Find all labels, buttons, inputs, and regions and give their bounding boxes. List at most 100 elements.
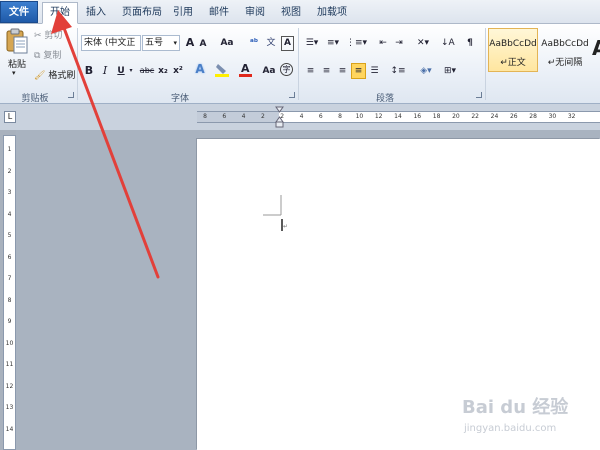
- horizontal-ruler[interactable]: 8 6 4 2 2 4 6 8 10 12 14 16 18 20 22 24 26 28 30 32: [197, 106, 600, 128]
- tab-view[interactable]: 视图: [278, 3, 304, 24]
- paste-icon[interactable]: [6, 27, 28, 55]
- tab-references[interactable]: 引用: [170, 3, 196, 24]
- style-normal-text: 正文: [507, 58, 526, 68]
- underline-dropdown-icon[interactable]: ▾: [127, 64, 135, 79]
- indent-marker-icon[interactable]: [275, 106, 284, 128]
- cut-label: 剪切: [44, 31, 63, 41]
- ruler-number: 6: [222, 113, 227, 120]
- scissors-icon: ✂: [34, 31, 42, 41]
- align-center-icon[interactable]: ≡: [320, 64, 333, 79]
- multilevel-list-icon[interactable]: ⋮≡▾: [346, 36, 367, 51]
- font-name-combobox[interactable]: 宋体 (中文正: [81, 35, 141, 51]
- highlight-icon[interactable]: [214, 62, 232, 78]
- svg-text:↵: ↵: [283, 223, 287, 230]
- text-effects-icon[interactable]: A: [193, 62, 207, 77]
- format-painter-label: 格式刷: [48, 71, 76, 81]
- vertical-ruler[interactable]: 1 2 3 4 5 6 7 8 9 10 11 12 13 14: [3, 135, 16, 450]
- numbering-icon[interactable]: ≡▾: [324, 36, 342, 51]
- chinese-layout-icon[interactable]: ✕▾: [414, 36, 432, 51]
- copy-button[interactable]: ⧉ 复制: [34, 48, 61, 61]
- strikethrough-button[interactable]: abc: [139, 64, 155, 79]
- align-left-icon[interactable]: ≡: [304, 64, 317, 79]
- tab-insert[interactable]: 插入: [82, 3, 110, 24]
- paste-dropdown-icon[interactable]: ▾: [12, 69, 16, 77]
- font-size-combobox[interactable]: 五号 ▾: [142, 35, 180, 51]
- sort-icon[interactable]: ↓A: [441, 36, 455, 51]
- shrink-font-button[interactable]: A: [198, 37, 208, 52]
- ruler-number: 6: [318, 113, 323, 120]
- cut-button[interactable]: ✂ 剪切: [34, 28, 62, 41]
- ribbon: 粘贴 ▾ ✂ 剪切 ⧉ 复制 🖌 格式刷 剪贴板 宋体 (中文正 五号 ▾ A A…: [0, 24, 600, 104]
- ruler-number: 16: [413, 113, 422, 120]
- char-border-icon[interactable]: A: [281, 36, 294, 51]
- ruler-number: 5: [7, 232, 12, 239]
- ruler-number: 13: [5, 404, 14, 411]
- group-divider: [485, 28, 486, 100]
- align-right-icon[interactable]: ≡: [336, 64, 349, 79]
- font-dialog-launcher[interactable]: [289, 92, 295, 98]
- ruler-number: 30: [548, 113, 557, 120]
- watermark-url: jingyan.baidu.com: [464, 423, 557, 434]
- group-divider: [77, 28, 78, 100]
- ruler-number: 8: [7, 296, 12, 304]
- style-normal[interactable]: AaBbCcDd ↵正文: [488, 28, 538, 72]
- tab-stop-selector[interactable]: L: [4, 111, 16, 123]
- tab-home[interactable]: 开始: [42, 2, 78, 24]
- style-nospacing-sample: AaBbCcDd: [541, 39, 589, 49]
- ruler-number: 10: [5, 339, 14, 347]
- paste-button[interactable]: 粘贴: [8, 57, 26, 70]
- superscript-button[interactable]: x²: [172, 64, 184, 79]
- ruler-number: 4: [299, 113, 304, 120]
- clear-format-icon[interactable]: ᵃᵇ: [246, 36, 262, 51]
- format-painter-button[interactable]: 🖌 格式刷: [34, 68, 75, 81]
- increase-indent-icon[interactable]: ⇥: [392, 36, 406, 51]
- copy-icon: ⧉: [34, 51, 41, 61]
- ribbon-tab-bar: 文件 开始 插入 页面布局 引用 邮件 审阅 视图 加载项: [0, 0, 600, 24]
- ruler-number: 4: [7, 210, 12, 218]
- line-spacing-icon[interactable]: ↕≡: [389, 64, 407, 79]
- subscript-button[interactable]: x₂: [157, 64, 169, 79]
- borders-icon[interactable]: ⊞▾: [440, 64, 460, 79]
- group-divider: [298, 28, 299, 100]
- clipboard-group-label: 剪贴板: [21, 94, 49, 104]
- enclose-char-icon[interactable]: 字: [280, 63, 293, 76]
- ruler-number: 1: [7, 146, 12, 153]
- ruler-number: 24: [490, 113, 499, 120]
- ruler-number: 18: [432, 113, 441, 120]
- font-size-value: 五号: [145, 38, 164, 48]
- tab-review[interactable]: 审阅: [242, 3, 268, 24]
- paragraph-dialog-launcher[interactable]: [476, 92, 482, 98]
- decrease-indent-icon[interactable]: ⇤: [376, 36, 390, 51]
- char-shading-icon[interactable]: Aa: [262, 64, 276, 79]
- underline-button[interactable]: U: [116, 64, 126, 79]
- tab-file[interactable]: 文件: [0, 1, 38, 23]
- ruler-number: 8: [203, 113, 207, 120]
- italic-button[interactable]: I: [100, 64, 110, 79]
- phonetic-guide-icon[interactable]: 文: [264, 36, 278, 51]
- ruler-number: 9: [7, 318, 12, 325]
- style-heading-sample[interactable]: A: [591, 28, 600, 72]
- grow-font-button[interactable]: A: [184, 36, 196, 51]
- ruler-number: 7: [7, 275, 12, 282]
- tab-addins[interactable]: 加载项: [314, 3, 350, 24]
- tab-mailings[interactable]: 邮件: [206, 3, 232, 24]
- ruler-number: 2: [260, 113, 265, 120]
- ruler-number: 28: [529, 113, 537, 120]
- style-nospacing-text: 无间隔: [555, 58, 583, 68]
- show-marks-icon[interactable]: ¶: [464, 36, 476, 51]
- bold-button[interactable]: B: [83, 64, 95, 79]
- change-case-button[interactable]: Aa: [218, 36, 236, 51]
- font-color-icon[interactable]: A: [238, 62, 254, 78]
- clipboard-dialog-launcher[interactable]: [68, 92, 74, 98]
- copy-label: 复制: [43, 51, 62, 61]
- distributed-icon[interactable]: ☰: [368, 64, 381, 79]
- style-nospacing-label: ↵无间隔: [547, 58, 583, 68]
- style-no-spacing[interactable]: AaBbCcDd ↵无间隔: [540, 28, 590, 72]
- ruler-number: 12: [374, 113, 383, 120]
- tab-page-layout[interactable]: 页面布局: [118, 3, 166, 24]
- ruler-number: 6: [7, 253, 12, 261]
- shading-icon[interactable]: ◈▾: [416, 64, 436, 79]
- bullets-icon[interactable]: ☰▾: [303, 36, 321, 51]
- justify-icon[interactable]: ≡: [351, 63, 366, 79]
- ruler-number: 20: [452, 113, 460, 120]
